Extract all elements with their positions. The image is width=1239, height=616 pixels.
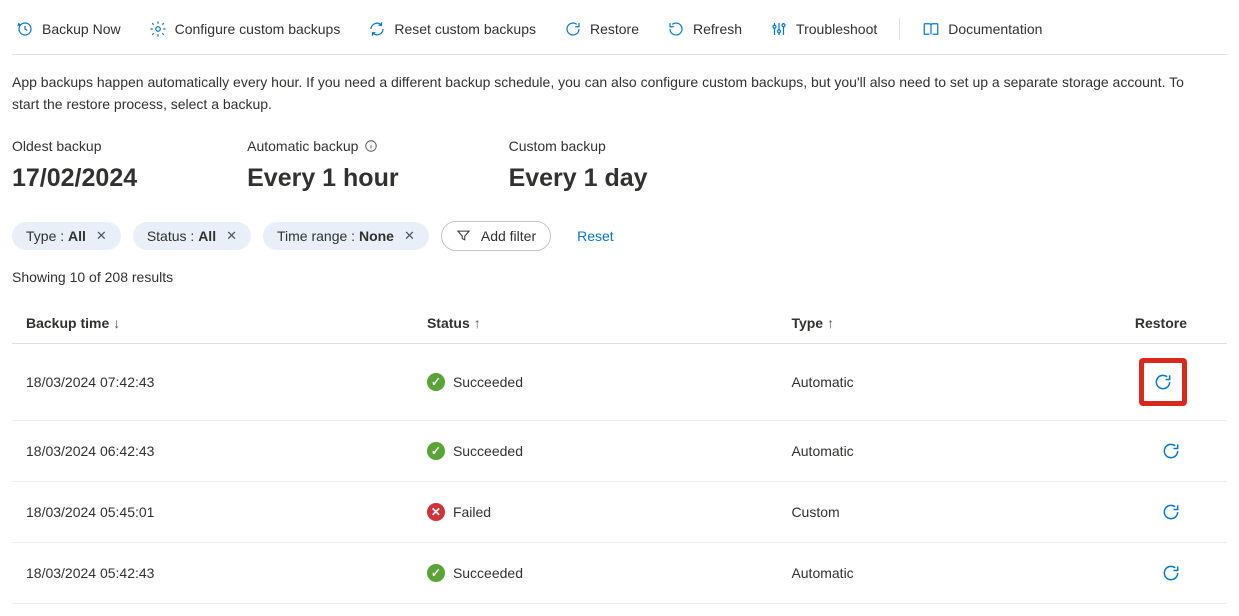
- stat-custom: Custom backup Every 1 day: [509, 138, 648, 193]
- cell-restore: [1077, 420, 1227, 481]
- reset-filters-link[interactable]: Reset: [577, 228, 614, 244]
- sort-up-icon: ↑: [827, 315, 834, 331]
- cell-type: Automatic: [777, 542, 1077, 603]
- restore-button[interactable]: Restore: [564, 20, 639, 38]
- add-filter-button[interactable]: Add filter: [441, 221, 551, 251]
- backup-now-icon: [16, 20, 34, 38]
- cell-restore: [1077, 343, 1227, 420]
- status-text: Succeeded: [453, 565, 523, 581]
- cell-backup-time: 18/03/2024 06:42:43: [12, 420, 413, 481]
- col-type[interactable]: Type↑: [777, 303, 1077, 344]
- cell-backup-time: 18/03/2024 05:42:43: [12, 542, 413, 603]
- status-text: Succeeded: [453, 374, 523, 390]
- restore-row-button[interactable]: [1155, 557, 1187, 589]
- cell-restore: [1077, 542, 1227, 603]
- x-circle-icon: ✕: [427, 503, 445, 521]
- check-circle-icon: ✓: [427, 442, 445, 460]
- cell-status: ✓ Succeeded: [413, 343, 778, 420]
- reset-custom-button[interactable]: Reset custom backups: [368, 20, 536, 38]
- col-restore: Restore: [1077, 303, 1227, 344]
- restore-row-button[interactable]: [1139, 358, 1187, 406]
- stat-oldest-label: Oldest backup: [12, 138, 137, 154]
- table-row[interactable]: 18/03/2024 05:42:43 ✓ Succeeded Automatic: [12, 542, 1227, 603]
- cell-restore: [1077, 481, 1227, 542]
- refresh-label: Refresh: [693, 21, 742, 37]
- restore-row-button[interactable]: [1155, 496, 1187, 528]
- backup-now-label: Backup Now: [42, 21, 121, 37]
- backup-now-button[interactable]: Backup Now: [16, 20, 121, 38]
- info-icon[interactable]: [364, 139, 378, 153]
- description-text: App backups happen automatically every h…: [12, 71, 1192, 116]
- check-circle-icon: ✓: [427, 564, 445, 582]
- toolbar: Backup Now Configure custom backups Rese…: [12, 12, 1227, 55]
- documentation-label: Documentation: [948, 21, 1042, 37]
- stat-oldest: Oldest backup 17/02/2024: [12, 138, 137, 193]
- refresh-icon: [368, 20, 386, 38]
- status-text: Failed: [453, 504, 491, 520]
- stat-auto-value: Every 1 hour: [247, 164, 398, 193]
- cell-backup-time: 18/03/2024 07:42:43: [12, 343, 413, 420]
- sort-up-icon: ↑: [474, 315, 481, 331]
- col-status[interactable]: Status↑: [413, 303, 778, 344]
- cell-status: ✓ Succeeded: [413, 542, 778, 603]
- sort-down-icon: ↓: [113, 315, 120, 331]
- table-row[interactable]: 18/03/2024 05:45:01 ✕ Failed Custom: [12, 481, 1227, 542]
- cell-backup-time: 18/03/2024 05:45:01: [12, 481, 413, 542]
- gear-icon: [149, 20, 167, 38]
- configure-backups-button[interactable]: Configure custom backups: [149, 20, 341, 38]
- filter-bar: Type : All ✕ Status : All ✕ Time range :…: [12, 221, 1227, 251]
- col-backup-time[interactable]: Backup time↓: [12, 303, 413, 344]
- results-count: Showing 10 of 208 results: [12, 269, 1227, 285]
- filter-type-pill[interactable]: Type : All ✕: [12, 222, 121, 250]
- documentation-button[interactable]: Documentation: [922, 20, 1042, 38]
- check-circle-icon: ✓: [427, 373, 445, 391]
- cell-status: ✕ Failed: [413, 481, 778, 542]
- status-text: Succeeded: [453, 443, 523, 459]
- backups-table: Backup time↓ Status↑ Type↑ Restore 18/03…: [12, 303, 1227, 604]
- configure-label: Configure custom backups: [175, 21, 341, 37]
- table-row[interactable]: 18/03/2024 06:42:43 ✓ Succeeded Automatic: [12, 420, 1227, 481]
- stat-custom-label: Custom backup: [509, 138, 648, 154]
- troubleshoot-button[interactable]: Troubleshoot: [770, 20, 877, 38]
- filter-status-pill[interactable]: Status : All ✕: [133, 222, 251, 250]
- cell-type: Automatic: [777, 343, 1077, 420]
- cell-status: ✓ Succeeded: [413, 420, 778, 481]
- add-filter-label: Add filter: [481, 228, 536, 244]
- stats-row: Oldest backup 17/02/2024 Automatic backu…: [12, 138, 1227, 193]
- book-icon: [922, 20, 940, 38]
- filter-timerange-pill[interactable]: Time range : None ✕: [263, 222, 429, 250]
- stat-custom-value: Every 1 day: [509, 164, 648, 193]
- stat-automatic: Automatic backup Every 1 hour: [247, 138, 398, 193]
- restore-label: Restore: [590, 21, 639, 37]
- troubleshoot-icon: [770, 20, 788, 38]
- stat-auto-label: Automatic backup: [247, 138, 398, 154]
- reset-custom-label: Reset custom backups: [394, 21, 536, 37]
- restore-row-button[interactable]: [1155, 435, 1187, 467]
- toolbar-divider: [899, 18, 900, 40]
- cell-type: Automatic: [777, 420, 1077, 481]
- stat-oldest-value: 17/02/2024: [12, 164, 137, 193]
- refresh-button[interactable]: Refresh: [667, 20, 742, 38]
- refresh-circle-icon: [667, 20, 685, 38]
- table-row[interactable]: 18/03/2024 07:42:43 ✓ Succeeded Automatic: [12, 343, 1227, 420]
- clear-type-icon[interactable]: ✕: [96, 228, 107, 244]
- cell-type: Custom: [777, 481, 1077, 542]
- restore-icon: [564, 20, 582, 38]
- clear-status-icon[interactable]: ✕: [226, 228, 237, 244]
- troubleshoot-label: Troubleshoot: [796, 21, 877, 37]
- clear-range-icon[interactable]: ✕: [404, 228, 415, 244]
- funnel-icon: [456, 228, 471, 243]
